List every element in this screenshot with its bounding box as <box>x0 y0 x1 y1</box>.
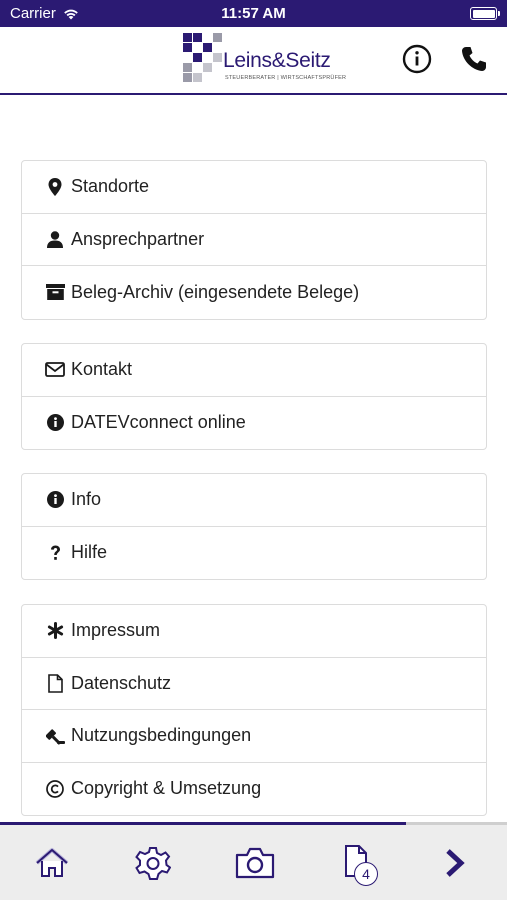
gavel-icon <box>44 725 66 747</box>
menu-group-4: Impressum Datenschutz Nutzungsbedingunge… <box>21 604 487 816</box>
menu-item-label: Ansprechpartner <box>71 228 205 249</box>
status-bar: Carrier 11:57 AM <box>0 0 507 27</box>
menu-item-ansprechpartner[interactable]: Ansprechpartner <box>22 214 486 266</box>
menu-item-label: DATEVconnect online <box>71 412 246 433</box>
menu-item-label: Hilfe <box>71 542 108 563</box>
menu-item-copyright[interactable]: Copyright & Umsetzung <box>22 763 486 816</box>
question-icon <box>44 542 66 564</box>
menu-item-beleg-archiv[interactable]: Beleg-Archiv (eingesendete Belege) <box>22 266 486 319</box>
clock: 11:57 AM <box>221 5 286 22</box>
user-icon <box>44 228 66 250</box>
tab-home[interactable] <box>27 840 77 886</box>
info-button[interactable] <box>399 41 435 77</box>
menu-content: Standorte Ansprechpartner Beleg-Archiv (… <box>0 97 507 822</box>
menu-item-datevconnect[interactable]: DATEVconnect online <box>22 397 486 450</box>
tab-documents[interactable]: 4 <box>332 840 382 886</box>
menu-item-info[interactable]: Info <box>22 474 486 527</box>
archive-icon <box>44 281 66 303</box>
envelope-icon <box>44 359 66 381</box>
phone-icon <box>462 47 486 71</box>
menu-group-1: Standorte Ansprechpartner Beleg-Archiv (… <box>21 160 487 320</box>
menu-item-datenschutz[interactable]: Datenschutz <box>22 658 486 710</box>
menu-item-kontakt[interactable]: Kontakt <box>22 344 486 397</box>
menu-item-label: Impressum <box>71 620 161 641</box>
camera-icon <box>235 847 275 879</box>
tab-next[interactable] <box>430 840 480 886</box>
logo-subtitle: STEUERBERATER | WIRTSCHAFTSPRÜFER <box>225 75 347 81</box>
chevron-right-icon <box>446 849 465 877</box>
menu-item-label: Kontakt <box>71 359 133 380</box>
menu-item-label: Nutzungsbedingungen <box>71 725 252 746</box>
app-header: Leins&Seitz STEUERBERATER | WIRTSCHAFTSP… <box>0 27 507 95</box>
menu-group-3: Info Hilfe <box>21 473 487 580</box>
menu-item-label: Standorte <box>71 176 150 197</box>
menu-item-label: Beleg-Archiv (eingesendete Belege) <box>71 281 360 302</box>
menu-item-impressum[interactable]: Impressum <box>22 605 486 658</box>
menu-item-standorte[interactable]: Standorte <box>22 161 486 214</box>
logo-name: Leins&Seitz <box>223 49 331 72</box>
copyright-icon <box>44 778 66 800</box>
progress-bar <box>0 822 406 825</box>
asterisk-icon <box>44 620 66 642</box>
tab-settings[interactable] <box>128 840 178 886</box>
menu-group-2: Kontakt DATEVconnect online <box>21 343 487 450</box>
menu-item-nutzungsbedingungen[interactable]: Nutzungsbedingungen <box>22 710 486 763</box>
menu-item-label: Info <box>71 489 102 510</box>
info-circle-icon <box>44 412 66 434</box>
tab-bar: 4 <box>0 822 507 900</box>
tab-camera[interactable] <box>230 840 280 886</box>
battery-icon <box>470 7 500 20</box>
menu-item-label: Datenschutz <box>71 672 172 693</box>
documents-count-badge: 4 <box>354 862 378 886</box>
file-icon <box>44 672 66 694</box>
info-circle-icon <box>402 44 432 74</box>
gear-icon <box>135 847 171 880</box>
map-marker-icon <box>44 176 66 198</box>
phone-button[interactable] <box>456 41 492 77</box>
menu-item-hilfe[interactable]: Hilfe <box>22 527 486 580</box>
logo-squares <box>183 33 223 83</box>
info-circle-icon <box>44 489 66 511</box>
menu-item-label: Copyright & Umsetzung <box>71 778 262 799</box>
company-logo: Leins&Seitz STEUERBERATER | WIRTSCHAFTSP… <box>183 33 346 85</box>
home-icon <box>35 848 69 877</box>
